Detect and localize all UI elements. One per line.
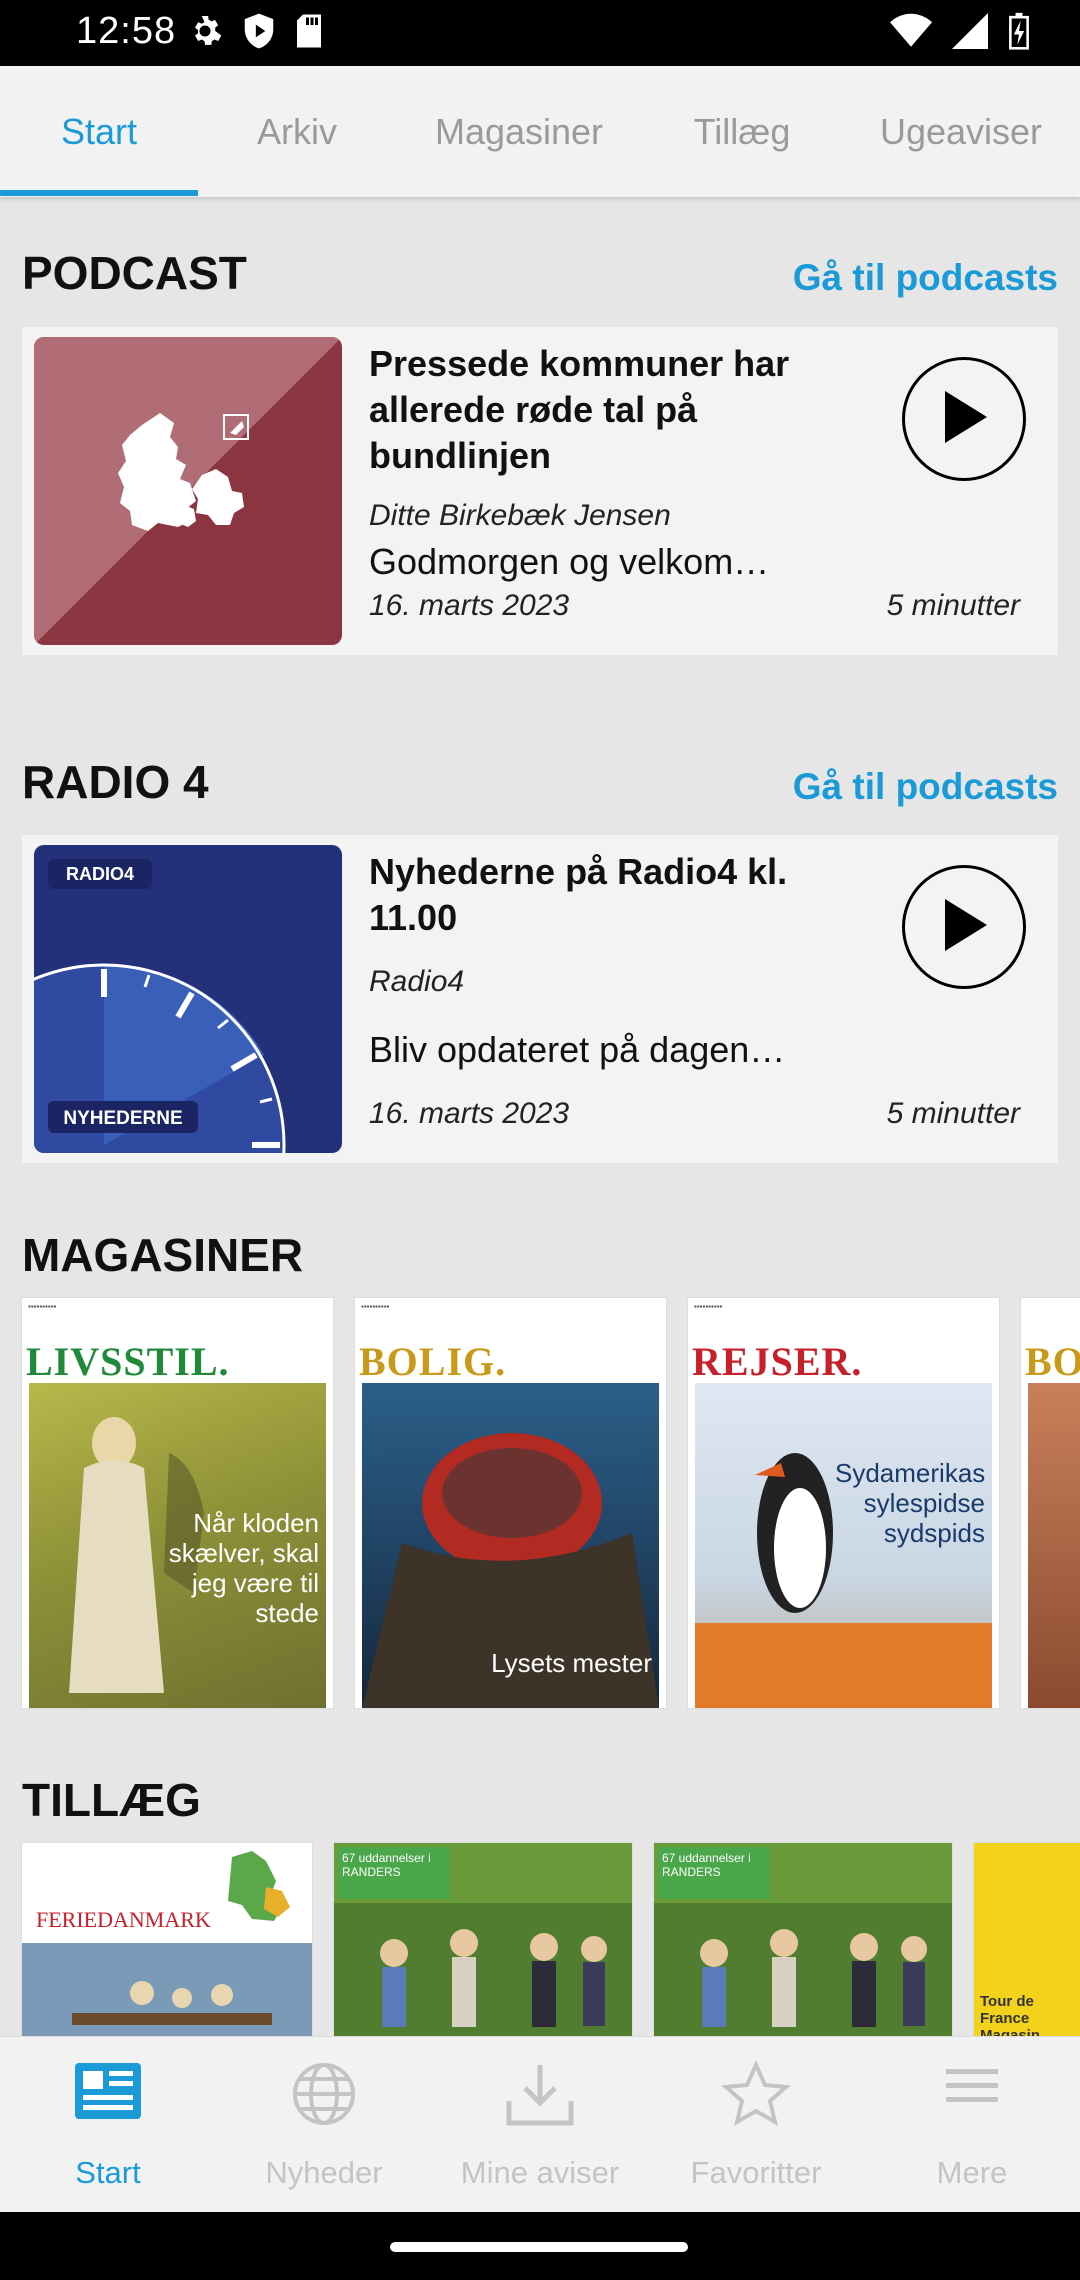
tab-start[interactable]: Start bbox=[0, 66, 198, 197]
radio4-go-to-podcasts-link[interactable]: Gå til podcasts bbox=[793, 766, 1058, 808]
cover-caption: Når kloden skælver, skal jeg være til st… bbox=[168, 1508, 319, 1628]
podcast-duration: 5 minutter bbox=[886, 589, 1020, 622]
tab-tillaeg[interactable]: Tillæg bbox=[642, 66, 842, 197]
podcast-date: 16. marts 2023 bbox=[369, 589, 570, 622]
newspaper-icon bbox=[73, 2061, 143, 2126]
radio4-badge-top: RADIO4 bbox=[66, 864, 134, 884]
cover-header-text: ▪▪▪▪▪▪▪▪▪▪ bbox=[28, 1302, 57, 1311]
play-icon bbox=[939, 897, 989, 958]
cover-photo bbox=[22, 1851, 312, 2036]
nav-mine-aviser-label: Mine aviser bbox=[460, 2155, 620, 2190]
nav-favoritter-label: Favoritter bbox=[690, 2155, 822, 2190]
radio4-section-title: RADIO 4 bbox=[22, 756, 209, 808]
radio4-description: Bliv opdateret på dagen… bbox=[369, 1029, 786, 1070]
shield-icon bbox=[242, 12, 276, 50]
top-tab-bar: Start Arkiv Magasiner Tillæg Ugeaviser bbox=[0, 66, 1080, 197]
nav-mere-label: Mere bbox=[936, 2155, 1008, 2190]
bottom-navigation: Start Nyheder Mine aviser Favoritter Mer… bbox=[0, 2036, 1080, 2213]
cover-caption: Lysets mester bbox=[491, 1648, 652, 1678]
menu-icon bbox=[944, 2061, 1000, 2116]
radio4-thumbnail: RADIO4 NYHEDERNE bbox=[34, 845, 342, 1153]
radio4-badge-bottom: NYHEDERNE bbox=[63, 1108, 182, 1129]
supplement-cover-randers-2[interactable]: 67 uddannelser i RANDERS bbox=[654, 1843, 952, 2036]
supplement-cover-feriedanmark[interactable]: FERIEDANMARK bbox=[22, 1843, 312, 2036]
download-icon bbox=[505, 2061, 575, 2132]
cover-photo bbox=[1028, 1383, 1080, 1708]
nav-mere[interactable]: Mere bbox=[864, 2037, 1080, 2213]
tillaeg-section-title: TILLÆG bbox=[22, 1774, 201, 1826]
cover-caption: Sydamerikas sylespidse sydspids bbox=[835, 1458, 986, 1548]
cover-header-text: ▪▪▪▪▪▪▪▪▪▪ bbox=[694, 1302, 723, 1311]
supplement-cover-randers-1[interactable]: 67 uddannelser i RANDERS bbox=[334, 1843, 632, 2036]
nav-start[interactable]: Start bbox=[0, 2037, 216, 2213]
nav-mine-aviser[interactable]: Mine aviser bbox=[432, 2037, 648, 2213]
status-time: 12:58 bbox=[76, 10, 177, 52]
sd-card-icon bbox=[294, 13, 324, 49]
radio4-date: 16. marts 2023 bbox=[369, 1097, 570, 1130]
battery-charging-icon bbox=[1008, 12, 1030, 50]
settings-icon bbox=[186, 12, 224, 50]
radio4-author: Radio4 bbox=[369, 965, 465, 998]
nav-favoritter[interactable]: Favoritter bbox=[648, 2037, 864, 2213]
magazine-cover-livsstil[interactable]: ▪▪▪▪▪▪▪▪▪▪ LIVSSTIL. Når kloden skælver,… bbox=[22, 1298, 333, 1708]
nav-nyheder-label: Nyheder bbox=[265, 2155, 383, 2190]
cover-photo bbox=[654, 1903, 952, 2036]
home-gesture-handle[interactable] bbox=[390, 2242, 688, 2252]
podcast-description: Godmorgen og velkom… bbox=[369, 541, 770, 582]
podcast-episode-title: Pressede kommuner har allerede røde tal … bbox=[369, 343, 790, 476]
podcast-card[interactable]: Pressede kommuner har allerede røde tal … bbox=[22, 327, 1058, 655]
cover-header-text: ▪▪▪▪▪▪▪▪▪▪ bbox=[361, 1302, 390, 1311]
magazine-cover-rejser[interactable]: ▪▪▪▪▪▪▪▪▪▪ REJSER. Sydamerikas sylespids… bbox=[688, 1298, 999, 1708]
play-icon bbox=[939, 389, 989, 450]
tab-magasiner[interactable]: Magasiner bbox=[396, 66, 642, 197]
magazine-cover-bolig[interactable]: ▪▪▪▪▪▪▪▪▪▪ BOLIG. Lysets mester bbox=[355, 1298, 666, 1708]
magazine-cover-partial[interactable]: BO bbox=[1021, 1298, 1080, 1708]
podcast-go-to-podcasts-link[interactable]: Gå til podcasts bbox=[793, 257, 1058, 299]
radio4-episode-title: Nyhederne på Radio4 kl. 11.00 bbox=[369, 851, 788, 938]
podcast-play-button[interactable] bbox=[902, 357, 1026, 481]
cover-photo bbox=[334, 1903, 632, 2036]
cover-masthead: BO bbox=[1025, 1339, 1080, 1384]
radio4-duration: 5 minutter bbox=[886, 1097, 1020, 1130]
cover-masthead: Tour de France Magasin bbox=[980, 1993, 1041, 2036]
podcast-thumbnail bbox=[34, 337, 342, 645]
supplement-cover-tour-de-france[interactable]: Tour de France Magasin bbox=[974, 1843, 1080, 2036]
cover-masthead: LIVSSTIL. bbox=[26, 1339, 230, 1384]
radio4-play-button[interactable] bbox=[902, 865, 1026, 989]
cover-masthead: REJSER. bbox=[692, 1339, 863, 1384]
star-icon bbox=[721, 2060, 791, 2132]
system-gesture-bar bbox=[0, 2212, 1080, 2280]
globe-icon bbox=[291, 2061, 357, 2132]
tab-ugeaviser[interactable]: Ugeaviser bbox=[842, 66, 1080, 197]
tab-arkiv[interactable]: Arkiv bbox=[198, 66, 396, 197]
nav-start-label: Start bbox=[75, 2155, 141, 2190]
magasiner-section-title: MAGASINER bbox=[22, 1229, 304, 1281]
podcast-section-title: PODCAST bbox=[22, 247, 247, 299]
radio4-card[interactable]: RADIO4 NYHEDERNE Nyhederne på Radio4 kl.… bbox=[22, 835, 1058, 1163]
podcast-author: Ditte Birkebæk Jensen bbox=[369, 499, 671, 532]
signal-icon bbox=[952, 13, 988, 49]
status-bar: 12:58 bbox=[0, 0, 1080, 66]
wifi-icon bbox=[890, 13, 932, 49]
nav-nyheder[interactable]: Nyheder bbox=[216, 2037, 432, 2213]
cover-masthead: BOLIG. bbox=[359, 1339, 507, 1384]
active-tab-indicator bbox=[0, 190, 198, 196]
